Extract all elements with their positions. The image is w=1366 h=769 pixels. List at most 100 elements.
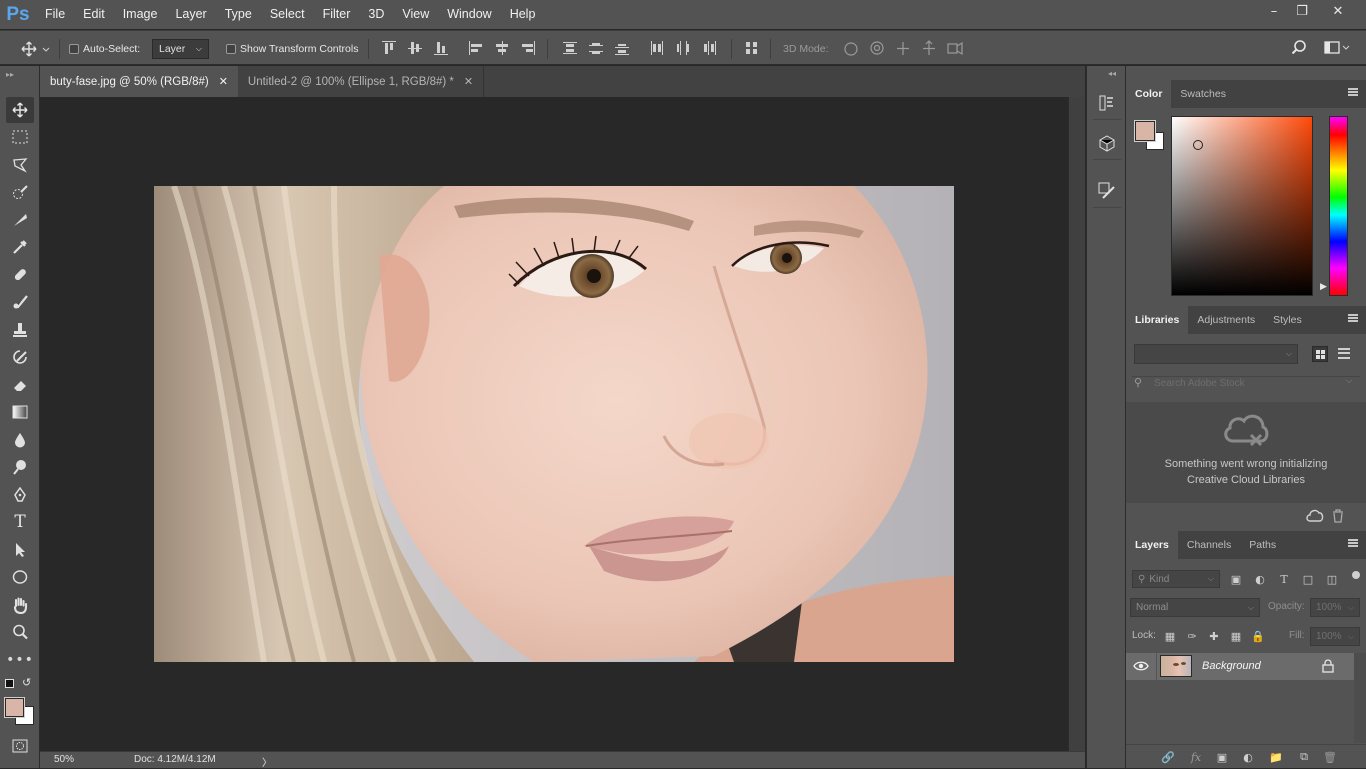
layers-scrollbar[interactable] xyxy=(1354,653,1366,743)
3d-panel-button[interactable] xyxy=(1093,126,1121,160)
align-vertical-center-icon[interactable] xyxy=(408,41,422,55)
menu-edit[interactable]: Edit xyxy=(74,0,114,29)
panel-menu-icon[interactable] xyxy=(1348,539,1358,547)
quick-mask-button[interactable] xyxy=(6,733,34,759)
dodge-tool[interactable] xyxy=(6,454,34,480)
folder-icon[interactable]: 📁 xyxy=(1268,749,1284,765)
edit-toolbar-button[interactable]: ••• xyxy=(6,647,34,673)
trash-icon[interactable] xyxy=(1331,509,1345,523)
paths-panel-button[interactable] xyxy=(1093,174,1121,208)
marquee-tool[interactable] xyxy=(6,124,34,150)
align-bottom-icon[interactable] xyxy=(434,41,448,55)
filter-shape-icon[interactable]: □ xyxy=(1300,571,1316,587)
close-window-button[interactable]: ✕ xyxy=(1321,0,1355,22)
document-image[interactable] xyxy=(154,186,954,662)
healing-brush-tool[interactable] xyxy=(6,262,34,288)
filter-smart-object-icon[interactable]: ◫ xyxy=(1324,571,1340,587)
crop-tool[interactable] xyxy=(6,207,34,233)
filter-type-icon[interactable]: T xyxy=(1276,571,1292,587)
tab-adjustments[interactable]: Adjustments xyxy=(1188,306,1264,334)
tab-color[interactable]: Color xyxy=(1126,80,1172,108)
trash-icon[interactable]: 🗑 xyxy=(1322,749,1338,765)
layer-row[interactable]: Background xyxy=(1126,653,1354,680)
tab-untitled-2[interactable]: Untitled-2 @ 100% (Ellipse 1, RGB/8#) * … xyxy=(238,66,485,97)
menu-window[interactable]: Window xyxy=(438,0,500,29)
lock-image-pixels-icon[interactable]: ✑ xyxy=(1184,628,1200,644)
auto-select-dropdown[interactable]: Layer ⌵ xyxy=(152,31,209,66)
menu-view[interactable]: View xyxy=(393,0,438,29)
transform-checkbox[interactable] xyxy=(226,43,236,54)
blur-tool[interactable] xyxy=(6,427,34,453)
hand-tool[interactable] xyxy=(6,592,34,618)
layer-kind-filter[interactable]: ⚲ Kind ⌵ xyxy=(1132,570,1220,588)
cc-sync-icon[interactable] xyxy=(1306,508,1324,524)
clone-stamp-tool[interactable] xyxy=(6,317,34,343)
opacity-input[interactable]: 100% ⌵ xyxy=(1310,598,1360,617)
auto-select-checkbox[interactable] xyxy=(69,43,79,54)
lock-all-icon[interactable]: 🔒 xyxy=(1250,628,1266,644)
zoom-level[interactable]: 50% xyxy=(54,754,74,765)
history-brush-tool[interactable] xyxy=(6,344,34,370)
library-dropdown[interactable]: ⌵ xyxy=(1134,344,1298,364)
path-selection-tool[interactable] xyxy=(6,537,34,563)
search-adobe-stock-input[interactable]: Search Adobe Stock xyxy=(1154,378,1245,389)
auto-align-icon[interactable] xyxy=(745,41,759,55)
eraser-tool[interactable] xyxy=(6,372,34,398)
hue-slider-marker-icon[interactable]: ▶ xyxy=(1320,282,1327,292)
list-view-icon[interactable] xyxy=(1338,348,1350,359)
tab-libraries[interactable]: Libraries xyxy=(1126,306,1189,334)
tab-buty-fase[interactable]: buty-fase.jpg @ 50% (RGB/8#) ✕ xyxy=(40,66,238,97)
menu-image[interactable]: Image xyxy=(114,0,167,29)
align-top-icon[interactable] xyxy=(382,41,396,55)
chevron-down-icon[interactable]: ⌵ xyxy=(1346,376,1352,386)
align-right-icon[interactable] xyxy=(521,41,535,55)
align-left-icon[interactable] xyxy=(469,41,483,55)
lock-position-icon[interactable]: ✚ xyxy=(1206,628,1222,644)
vertical-scrollbar[interactable] xyxy=(1068,97,1085,751)
blend-mode-dropdown[interactable]: Normal ⌵ xyxy=(1130,598,1260,617)
canvas-area[interactable] xyxy=(40,97,1068,751)
menu-file[interactable]: File xyxy=(36,0,74,29)
fx-icon[interactable]: fx xyxy=(1188,749,1204,765)
type-tool[interactable]: T xyxy=(6,509,34,535)
move-tool-preset[interactable] xyxy=(20,31,50,66)
foreground-color-swatch[interactable] xyxy=(4,697,25,718)
brush-tool[interactable] xyxy=(6,289,34,315)
link-icon[interactable]: 🔗 xyxy=(1160,749,1176,765)
move-tool[interactable] xyxy=(6,97,34,123)
lock-artboard-icon[interactable]: ▦ xyxy=(1228,628,1244,644)
filter-adjustment-icon[interactable]: ◐ xyxy=(1252,571,1268,587)
menu-layer[interactable]: Layer xyxy=(166,0,215,29)
filter-pixel-icon[interactable]: ▣ xyxy=(1228,571,1244,587)
tab-swatches[interactable]: Swatches xyxy=(1171,80,1235,108)
menu-help[interactable]: Help xyxy=(501,0,545,29)
color-picker-cursor[interactable] xyxy=(1193,140,1203,150)
distribute-right-icon[interactable] xyxy=(702,41,716,55)
align-horizontal-center-icon[interactable] xyxy=(495,41,509,55)
show-transform-controls-option[interactable]: Show Transform Controls xyxy=(226,31,358,66)
eyedropper-tool[interactable] xyxy=(6,234,34,260)
workspace-switcher-icon[interactable] xyxy=(1324,40,1350,56)
distribute-bottom-icon[interactable] xyxy=(615,41,629,55)
new-layer-icon[interactable]: ⧉ xyxy=(1296,749,1312,765)
lock-transparent-pixels-icon[interactable]: ▦ xyxy=(1162,628,1178,644)
hue-slider[interactable] xyxy=(1329,116,1348,296)
zoom-tool[interactable] xyxy=(6,619,34,645)
tab-layers[interactable]: Layers xyxy=(1126,531,1178,559)
menu-select[interactable]: Select xyxy=(261,0,314,29)
layer-name[interactable]: Background xyxy=(1202,660,1261,672)
distribute-horizontal-center-icon[interactable] xyxy=(676,41,690,55)
default-colors-icon[interactable] xyxy=(5,679,14,688)
tab-styles[interactable]: Styles xyxy=(1264,306,1311,334)
auto-select-option[interactable]: Auto-Select: xyxy=(69,31,140,66)
distribute-top-icon[interactable] xyxy=(563,41,577,55)
gradient-tool[interactable] xyxy=(6,399,34,425)
close-tab-icon[interactable]: ✕ xyxy=(464,75,473,88)
panel-menu-icon[interactable] xyxy=(1348,314,1358,322)
search-icon[interactable] xyxy=(1291,40,1307,56)
lasso-tool[interactable] xyxy=(6,152,34,178)
collapse-toolbar-icon[interactable]: ▸▸ xyxy=(6,70,14,79)
menu-type[interactable]: Type xyxy=(216,0,261,29)
tab-channels[interactable]: Channels xyxy=(1178,531,1240,559)
distribute-left-icon[interactable] xyxy=(650,41,664,55)
